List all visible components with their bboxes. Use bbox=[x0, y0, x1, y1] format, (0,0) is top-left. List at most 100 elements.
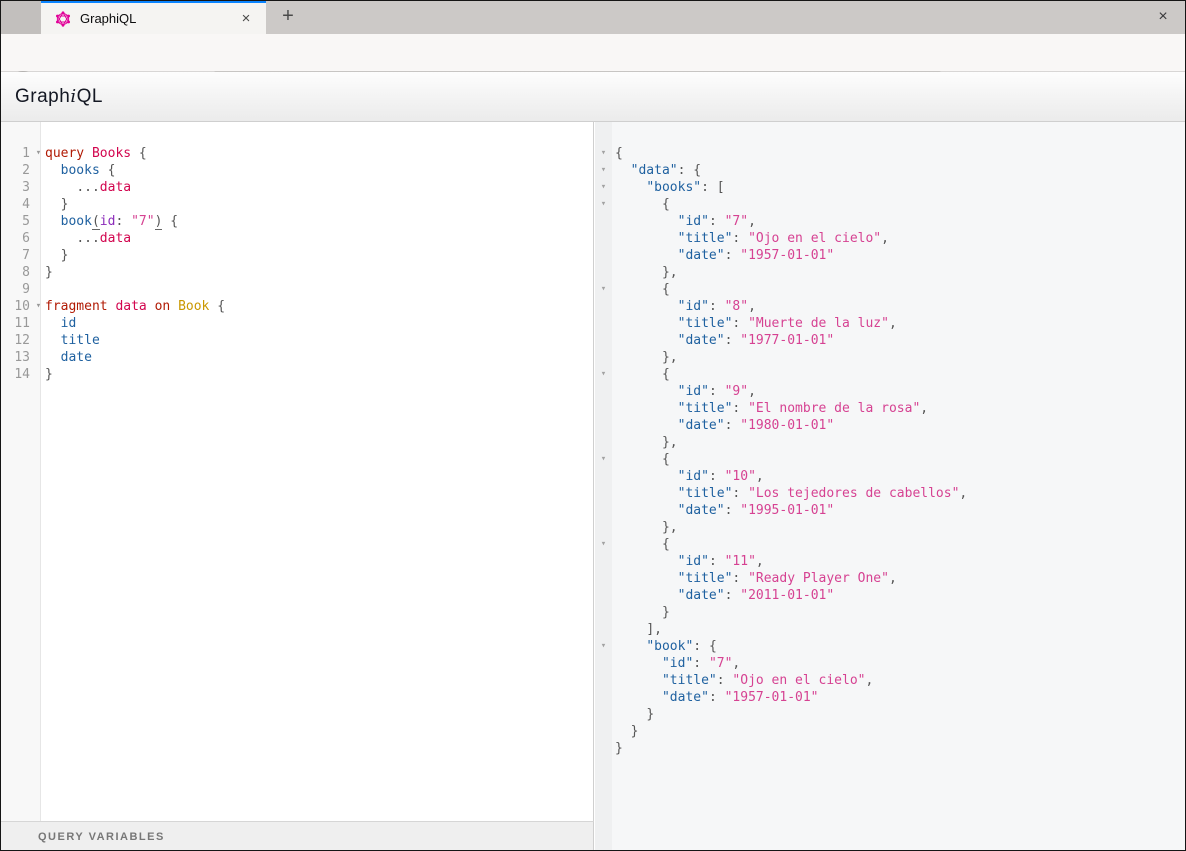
code-line: "date": "1957-01-01" bbox=[595, 247, 1186, 264]
line-number: 10 bbox=[1, 298, 32, 315]
tab-bar: GraphiQL × + × bbox=[1, 1, 1185, 34]
code-line: "id": "8", bbox=[595, 298, 1186, 315]
code-line: "title": "Ready Player One", bbox=[595, 570, 1186, 587]
browser-window: GraphiQL × + × ← → ↻ ⌂ localhost:8080/gr… bbox=[0, 0, 1186, 851]
code-line: }, bbox=[595, 264, 1186, 281]
code-line: 1▾query Books { bbox=[1, 145, 593, 162]
code-line: } bbox=[595, 706, 1186, 723]
code-line: "id": "7", bbox=[595, 213, 1186, 230]
query-code[interactable]: 1▾query Books {2 books {3 ...data4 }5 bo… bbox=[1, 145, 593, 383]
code-line: "id": "7", bbox=[595, 655, 1186, 672]
line-number: 11 bbox=[1, 315, 32, 332]
graphiql-logo: GraphiQL bbox=[15, 86, 103, 108]
fold-gutter-cell bbox=[32, 315, 45, 332]
query-variables-title: QUERY VARIABLES bbox=[38, 831, 165, 843]
graphiql-main: 1▾query Books {2 books {3 ...data4 }5 bo… bbox=[1, 122, 1185, 851]
fold-gutter-cell bbox=[32, 349, 45, 366]
code-line: ▾ "data": { bbox=[595, 162, 1186, 179]
line-number: 5 bbox=[1, 213, 32, 230]
code-line: ▾ "books": [ bbox=[595, 179, 1186, 196]
tab-title: GraphiQL bbox=[80, 11, 236, 26]
line-number: 7 bbox=[1, 247, 32, 264]
fold-gutter-cell bbox=[595, 349, 612, 366]
code-line: 2 books { bbox=[1, 162, 593, 179]
fold-arrow-icon[interactable]: ▾ bbox=[595, 281, 612, 298]
code-line: 14} bbox=[1, 366, 593, 383]
fold-arrow-icon[interactable]: ▾ bbox=[595, 145, 612, 162]
fold-gutter-cell bbox=[595, 468, 612, 485]
fold-gutter-cell bbox=[595, 247, 612, 264]
code-line: "title": "Ojo en el cielo", bbox=[595, 672, 1186, 689]
code-line: "date": "1980-01-01" bbox=[595, 417, 1186, 434]
line-number: 4 bbox=[1, 196, 32, 213]
fold-gutter-cell bbox=[32, 281, 45, 298]
tab-graphiql[interactable]: GraphiQL × bbox=[41, 1, 266, 34]
code-line: ▾ { bbox=[595, 366, 1186, 383]
fold-gutter-cell bbox=[595, 672, 612, 689]
window-close-icon[interactable]: × bbox=[1149, 1, 1177, 34]
code-line: 11 id bbox=[1, 315, 593, 332]
code-line: 8} bbox=[1, 264, 593, 281]
fold-gutter-cell bbox=[32, 264, 45, 281]
fold-arrow-icon[interactable]: ▾ bbox=[595, 179, 612, 196]
fold-arrow-icon[interactable]: ▾ bbox=[595, 196, 612, 213]
line-number: 13 bbox=[1, 349, 32, 366]
fold-gutter-cell bbox=[595, 417, 612, 434]
code-line: "date": "1957-01-01" bbox=[595, 689, 1186, 706]
new-tab-button[interactable]: + bbox=[273, 1, 303, 34]
code-line: } bbox=[595, 740, 1186, 757]
fold-gutter-cell bbox=[595, 213, 612, 230]
fold-gutter-cell bbox=[595, 383, 612, 400]
fold-arrow-icon[interactable]: ▾ bbox=[595, 638, 612, 655]
tab-bar-ledge bbox=[1, 1, 41, 34]
code-line: 9 bbox=[1, 281, 593, 298]
query-variables-bar[interactable]: QUERY VARIABLES bbox=[1, 821, 594, 851]
code-line: 10▾fragment data on Book { bbox=[1, 298, 593, 315]
line-number: 1 bbox=[1, 145, 32, 162]
code-line: ▾ { bbox=[595, 196, 1186, 213]
fold-arrow-icon[interactable]: ▾ bbox=[32, 145, 45, 162]
navigation-toolbar: ← → ↻ ⌂ localhost:8080/graphiql?query=qu… bbox=[1, 34, 1185, 72]
code-line: "title": "Los tejedores de cabellos", bbox=[595, 485, 1186, 502]
fold-gutter-cell bbox=[595, 621, 612, 638]
fold-arrow-icon[interactable]: ▾ bbox=[595, 162, 612, 179]
fold-gutter-cell bbox=[32, 162, 45, 179]
graphql-favicon-icon bbox=[55, 11, 71, 27]
code-line: ▾ { bbox=[595, 451, 1186, 468]
code-line: }, bbox=[595, 519, 1186, 536]
code-line: "id": "11", bbox=[595, 553, 1186, 570]
line-number: 9 bbox=[1, 281, 32, 298]
fold-gutter-cell bbox=[595, 434, 612, 451]
code-line: }, bbox=[595, 434, 1186, 451]
code-line: 4 } bbox=[1, 196, 593, 213]
query-editor[interactable]: 1▾query Books {2 books {3 ...data4 }5 bo… bbox=[1, 122, 594, 851]
code-line: "title": "El nombre de la rosa", bbox=[595, 400, 1186, 417]
result-viewer: ▾{▾ "data": {▾ "books": [▾ { "id": "7", … bbox=[595, 122, 1186, 851]
fold-arrow-icon[interactable]: ▾ bbox=[595, 366, 612, 383]
fold-gutter-cell bbox=[32, 366, 45, 383]
code-line: 7 } bbox=[1, 247, 593, 264]
code-line: 6 ...data bbox=[1, 230, 593, 247]
fold-gutter-cell bbox=[595, 723, 612, 740]
line-number: 12 bbox=[1, 332, 32, 349]
fold-gutter-cell bbox=[595, 485, 612, 502]
fold-arrow-icon[interactable]: ▾ bbox=[32, 298, 45, 315]
code-line: 3 ...data bbox=[1, 179, 593, 196]
fold-gutter-cell bbox=[595, 332, 612, 349]
code-line: "date": "1977-01-01" bbox=[595, 332, 1186, 349]
tab-close-icon[interactable]: × bbox=[236, 9, 256, 29]
fold-arrow-icon[interactable]: ▾ bbox=[595, 451, 612, 468]
fold-gutter-cell bbox=[32, 230, 45, 247]
fold-arrow-icon[interactable]: ▾ bbox=[595, 536, 612, 553]
code-line: "title": "Ojo en el cielo", bbox=[595, 230, 1186, 247]
fold-gutter-cell bbox=[595, 298, 612, 315]
fold-gutter-cell bbox=[595, 689, 612, 706]
code-line: } bbox=[595, 723, 1186, 740]
code-line: ], bbox=[595, 621, 1186, 638]
code-line: ▾ "book": { bbox=[595, 638, 1186, 655]
code-line: 12 title bbox=[1, 332, 593, 349]
code-line: 5 book(id: "7") { bbox=[1, 213, 593, 230]
fold-gutter-cell bbox=[595, 264, 612, 281]
fold-gutter-cell bbox=[595, 655, 612, 672]
fold-gutter-cell bbox=[32, 213, 45, 230]
